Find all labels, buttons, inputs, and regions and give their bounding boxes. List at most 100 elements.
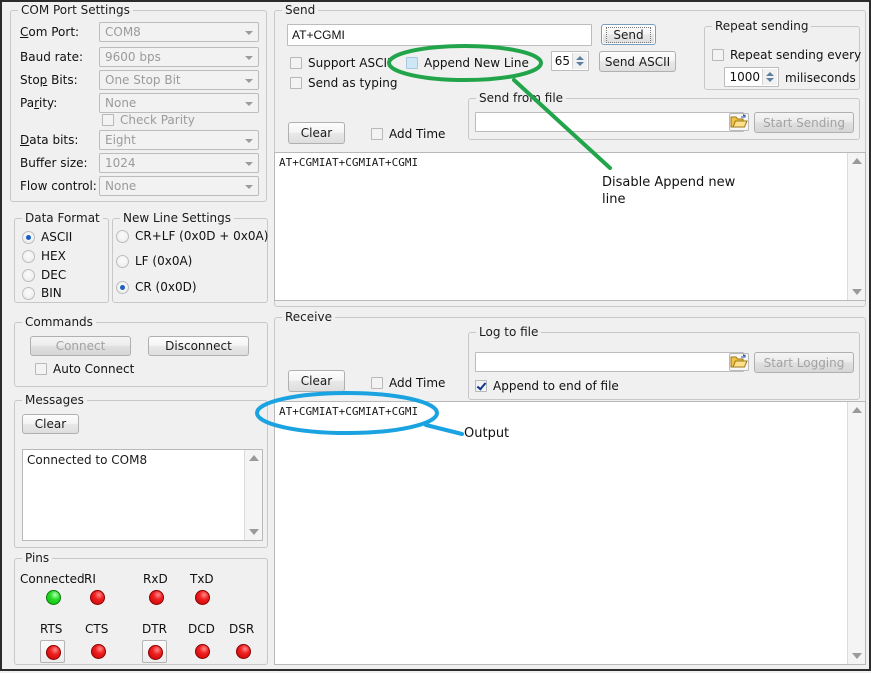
flow-control-combo[interactable]: None — [99, 176, 259, 196]
pins-title: Pins — [22, 551, 52, 565]
radio-dot-icon — [22, 250, 35, 263]
check-parity-checkbox[interactable]: Check Parity — [102, 113, 195, 127]
com-port-value: COM8 — [105, 25, 141, 39]
ascii-code-spinner[interactable]: 65 — [551, 51, 589, 71]
send-from-file-path-input[interactable] — [475, 112, 744, 132]
send-button-label: Send — [606, 27, 650, 43]
folder-open-icon[interactable] — [729, 353, 749, 371]
radio-dot-icon — [116, 255, 129, 268]
data-bits-value: Eight — [105, 133, 136, 147]
receive-clear-button[interactable]: Clear — [288, 370, 345, 392]
scroll-up-icon[interactable] — [249, 455, 259, 461]
pin-label-cts: CTS — [85, 622, 108, 636]
receive-add-time-checkbox[interactable]: Add Time — [371, 376, 445, 390]
receive-add-time-label: Add Time — [389, 376, 445, 390]
com-port-label: Com Port: — [20, 25, 79, 39]
pin-led-rxd — [149, 590, 164, 605]
send-log-text: AT+CGMIAT+CGMIAT+CGMI — [279, 156, 845, 169]
chevron-down-icon — [245, 162, 253, 166]
serial-terminal-window: COM Port Settings Com Port: COM8 Baud ra… — [0, 0, 871, 671]
append-new-line-label: Append New Line — [424, 56, 529, 70]
spinner-buttons[interactable] — [762, 69, 777, 85]
send-button[interactable]: Send — [601, 24, 656, 45]
chevron-down-icon — [245, 79, 253, 83]
spinner-up-icon[interactable] — [576, 56, 584, 60]
scroll-down-icon[interactable] — [249, 529, 259, 535]
scroll-down-icon[interactable] — [852, 653, 862, 659]
send-clear-button[interactable]: Clear — [288, 122, 345, 144]
receive-output-area[interactable]: AT+CGMIAT+CGMIAT+CGMI — [274, 401, 866, 665]
flow-control-label: Flow control: — [20, 179, 97, 193]
radio-data-format-dec[interactable]: DEC — [22, 268, 66, 282]
pin-label-dcd: DCD — [188, 622, 215, 636]
send-log-area[interactable]: AT+CGMIAT+CGMIAT+CGMI — [274, 152, 866, 301]
send-ascii-button[interactable]: Send ASCII — [599, 51, 676, 72]
spinner-buttons[interactable] — [572, 53, 587, 69]
log-to-file-path-input[interactable] — [475, 352, 744, 372]
pin-label-connected: Connected — [20, 572, 85, 586]
checkbox-box — [290, 57, 302, 69]
checkbox-box — [102, 114, 114, 126]
radio-data-format-ascii[interactable]: ASCII — [22, 230, 72, 244]
chevron-down-icon — [245, 102, 253, 106]
radio-data-format-hex[interactable]: HEX — [22, 249, 66, 263]
spinner-down-icon[interactable] — [766, 78, 774, 82]
send-command-input[interactable] — [287, 24, 592, 46]
stop-bits-label: Stop Bits: — [20, 73, 78, 87]
baud-rate-combo[interactable]: 9600 bps — [99, 47, 259, 67]
send-add-time-checkbox[interactable]: Add Time — [371, 127, 445, 141]
spinner-up-icon[interactable] — [766, 72, 774, 76]
send-clear-label: Clear — [301, 126, 332, 140]
stop-bits-combo[interactable]: One Stop Bit — [99, 70, 259, 90]
support-ascii-checkbox[interactable]: Support ASCII — [290, 56, 391, 70]
send-as-typing-checkbox[interactable]: Send as typing — [290, 76, 397, 90]
annotation-output: Output — [464, 425, 509, 442]
com-port-combo[interactable]: COM8 — [99, 22, 259, 42]
data-format-title: Data Format — [22, 211, 103, 225]
pin-button-rts[interactable] — [40, 640, 65, 663]
buffer-size-combo[interactable]: 1024 — [99, 153, 259, 173]
spinner-down-icon[interactable] — [576, 62, 584, 66]
messages-log-area[interactable]: Connected to COM8 — [22, 449, 263, 541]
radio-newline-cr[interactable]: CR (0x0D) — [116, 280, 197, 294]
receive-scrollbar[interactable] — [847, 402, 865, 664]
data-bits-combo[interactable]: Eight — [99, 130, 259, 150]
radio-label: LF (0x0A) — [135, 254, 192, 268]
parity-label: Parity: — [20, 96, 57, 110]
disconnect-button-label: Disconnect — [165, 339, 232, 353]
pin-led-txd — [195, 590, 210, 605]
new-line-settings-title: New Line Settings — [120, 211, 234, 225]
scroll-up-icon[interactable] — [852, 158, 862, 164]
connect-button[interactable]: Connect — [30, 336, 131, 356]
scroll-up-icon[interactable] — [852, 407, 862, 413]
auto-connect-checkbox[interactable]: Auto Connect — [35, 362, 134, 376]
append-to-end-of-file-label: Append to end of file — [493, 379, 619, 393]
radio-newline-lf[interactable]: LF (0x0A) — [116, 254, 192, 268]
start-logging-button[interactable]: Start Logging — [754, 352, 854, 373]
scroll-down-icon[interactable] — [852, 289, 862, 295]
checkbox-box — [712, 49, 724, 61]
pin-button-dtr[interactable] — [142, 640, 167, 663]
start-sending-button[interactable]: Start Sending — [754, 112, 854, 133]
com-port-settings-title: COM Port Settings — [18, 3, 133, 17]
repeat-sending-checkbox[interactable]: Repeat sending every — [712, 48, 861, 62]
messages-scrollbar[interactable] — [244, 450, 262, 540]
baud-rate-label: Baud rate: — [20, 50, 83, 64]
folder-open-icon[interactable] — [729, 113, 749, 131]
radio-label: DEC — [41, 268, 66, 282]
radio-data-format-bin[interactable]: BIN — [22, 286, 62, 300]
send-log-scrollbar[interactable] — [847, 153, 865, 300]
messages-clear-button[interactable]: Clear — [22, 414, 79, 434]
send-as-typing-label: Send as typing — [308, 76, 397, 90]
radio-newline-crlf[interactable]: CR+LF (0x0D + 0x0A) — [116, 229, 268, 243]
repeat-interval-spinner[interactable]: 1000 — [724, 67, 779, 87]
append-to-end-of-file-checkbox[interactable]: Append to end of file — [475, 379, 619, 393]
parity-combo[interactable]: None — [99, 93, 259, 113]
annotation-disable-append-new-line: Disable Append new line — [602, 174, 752, 208]
append-new-line-checkbox[interactable]: Append New Line — [406, 56, 529, 70]
pin-label-rxd: RxD — [143, 572, 168, 586]
ascii-code-value: 65 — [555, 54, 570, 68]
disconnect-button[interactable]: Disconnect — [148, 336, 249, 356]
pin-led-ri — [90, 590, 105, 605]
repeat-sending-label: Repeat sending every — [730, 48, 861, 62]
